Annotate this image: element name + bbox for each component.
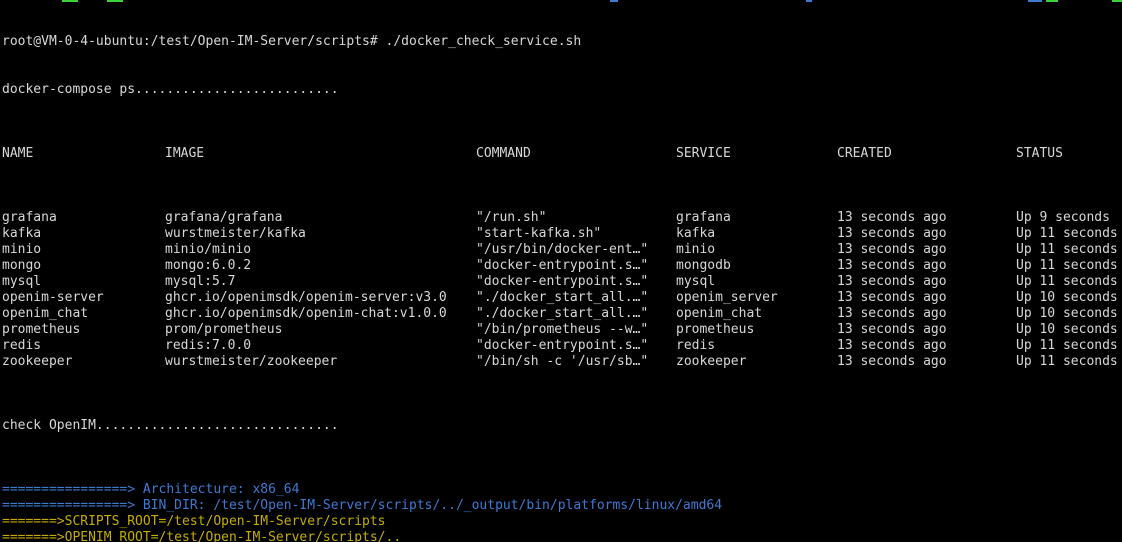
table-cell-image: wurstmeister/zookeeper	[165, 354, 476, 370]
table-row: grafanagrafana/grafana"/run.sh"grafana13…	[2, 210, 1122, 226]
table-cell-status: Up 10 seconds	[1016, 306, 1122, 322]
column-header-command: COMMAND	[476, 146, 676, 162]
table-cell-created: 13 seconds ago	[837, 354, 1016, 370]
table-cell-created: 13 seconds ago	[837, 306, 1016, 322]
table-cell-status: Up 11 seconds	[1016, 338, 1122, 354]
table-cell-created: 13 seconds ago	[837, 226, 1016, 242]
table-cell-service: mysql	[676, 274, 837, 290]
table-cell-status: Up 10 seconds	[1016, 322, 1122, 338]
table-cell-image: ghcr.io/openimsdk/openim-chat:v1.0.0	[165, 306, 476, 322]
table-cell-name: openim-server	[2, 290, 165, 306]
table-cell-service: redis	[676, 338, 837, 354]
table-cell-image: ghcr.io/openimsdk/openim-server:v3.0	[165, 290, 476, 306]
table-cell-created: 13 seconds ago	[837, 242, 1016, 258]
table-cell-status: Up 11 seconds	[1016, 354, 1122, 370]
table-cell-command: "/run.sh"	[476, 210, 676, 226]
table-cell-created: 13 seconds ago	[837, 210, 1016, 226]
table-cell-status: Up 11 seconds	[1016, 274, 1122, 290]
table-cell-image: wurstmeister/kafka	[165, 226, 476, 242]
table-cell-command: "docker-entrypoint.s…"	[476, 338, 676, 354]
table-row: mysqlmysql:5.7"docker-entrypoint.s…"mysq…	[2, 274, 1122, 290]
table-cell-command: "/bin/prometheus --w…"	[476, 322, 676, 338]
table-cell-image: mysql:5.7	[165, 274, 476, 290]
table-cell-image: minio/minio	[165, 242, 476, 258]
table-cell-status: Up 11 seconds	[1016, 258, 1122, 274]
table-cell-service: prometheus	[676, 322, 837, 338]
table-row: miniominio/minio"/usr/bin/docker-ent…"mi…	[2, 242, 1122, 258]
table-cell-created: 13 seconds ago	[837, 338, 1016, 354]
table-cell-created: 13 seconds ago	[837, 258, 1016, 274]
table-cell-image: mongo:6.0.2	[165, 258, 476, 274]
table-cell-name: zookeeper	[2, 354, 165, 370]
table-cell-image: prom/prometheus	[165, 322, 476, 338]
table-row: prometheusprom/prometheus"/bin/prometheu…	[2, 322, 1122, 338]
table-cell-name: grafana	[2, 210, 165, 226]
table-cell-image: grafana/grafana	[165, 210, 476, 226]
env-info-line: ================> Architecture: x86_64	[2, 482, 1122, 498]
table-cell-command: "start-kafka.sh"	[476, 226, 676, 242]
table-row: redisredis:7.0.0"docker-entrypoint.s…"re…	[2, 338, 1122, 354]
table-cell-status: Up 11 seconds	[1016, 226, 1122, 242]
table-cell-service: minio	[676, 242, 837, 258]
docker-compose-ps-line: docker-compose ps.......................…	[2, 82, 1122, 98]
terminal-output: root@VM-0-4-ubuntu:/test/Open-IM-Server/…	[2, 2, 1122, 542]
env-info-line: =======>OPENIM_ROOT=/test/Open-IM-Server…	[2, 530, 1122, 542]
table-cell-service: zookeeper	[676, 354, 837, 370]
table-cell-service: mongodb	[676, 258, 837, 274]
table-cell-service: openim_server	[676, 290, 837, 306]
table-cell-name: prometheus	[2, 322, 165, 338]
column-header-service: SERVICE	[676, 146, 837, 162]
env-info-line: =======>SCRIPTS_ROOT=/test/Open-IM-Serve…	[2, 514, 1122, 530]
table-cell-name: kafka	[2, 226, 165, 242]
table-cell-image: redis:7.0.0	[165, 338, 476, 354]
table-cell-status: Up 9 seconds	[1016, 210, 1122, 226]
env-info-lines: ================> Architecture: x86_64==…	[2, 482, 1122, 542]
table-row: openim_chatghcr.io/openimsdk/openim-chat…	[2, 306, 1122, 322]
table-cell-service: kafka	[676, 226, 837, 242]
table-cell-service: grafana	[676, 210, 837, 226]
check-openim-line: check OpenIM............................…	[2, 418, 1122, 434]
table-cell-name: openim_chat	[2, 306, 165, 322]
table-cell-name: minio	[2, 242, 165, 258]
table-cell-created: 13 seconds ago	[837, 322, 1016, 338]
table-row: openim-serverghcr.io/openimsdk/openim-se…	[2, 290, 1122, 306]
table-cell-command: "./docker_start_all.…"	[476, 306, 676, 322]
table-cell-status: Up 11 seconds	[1016, 242, 1122, 258]
column-header-image: IMAGE	[165, 146, 476, 162]
docker-table-header: NAME IMAGE COMMAND SERVICE CREATED STATU…	[2, 146, 1122, 162]
column-header-status: STATUS	[1016, 146, 1122, 162]
table-row: zookeeperwurstmeister/zookeeper"/bin/sh …	[2, 354, 1122, 370]
table-row: mongomongo:6.0.2"docker-entrypoint.s…"mo…	[2, 258, 1122, 274]
table-cell-created: 13 seconds ago	[837, 290, 1016, 306]
column-header-created: CREATED	[837, 146, 1016, 162]
table-cell-status: Up 10 seconds	[1016, 290, 1122, 306]
table-cell-command: "./docker_start_all.…"	[476, 290, 676, 306]
table-cell-created: 13 seconds ago	[837, 274, 1016, 290]
docker-table-body: grafanagrafana/grafana"/run.sh"grafana13…	[2, 210, 1122, 370]
table-cell-command: "/usr/bin/docker-ent…"	[476, 242, 676, 258]
table-cell-name: mysql	[2, 274, 165, 290]
table-cell-command: "docker-entrypoint.s…"	[476, 258, 676, 274]
table-cell-command: "/bin/sh -c '/usr/sb…"	[476, 354, 676, 370]
table-cell-name: mongo	[2, 258, 165, 274]
table-cell-command: "docker-entrypoint.s…"	[476, 274, 676, 290]
column-header-name: NAME	[2, 146, 165, 162]
shell-prompt-command: root@VM-0-4-ubuntu:/test/Open-IM-Server/…	[2, 34, 1122, 50]
table-cell-name: redis	[2, 338, 165, 354]
table-cell-service: openim_chat	[676, 306, 837, 322]
terminal-screen[interactable]: root@VM-0-4-ubuntu:/test/Open-IM-Server/…	[0, 0, 1122, 542]
env-info-line: ================> BIN_DIR: /test/Open-IM…	[2, 498, 1122, 514]
table-row: kafkawurstmeister/kafka"start-kafka.sh"k…	[2, 226, 1122, 242]
